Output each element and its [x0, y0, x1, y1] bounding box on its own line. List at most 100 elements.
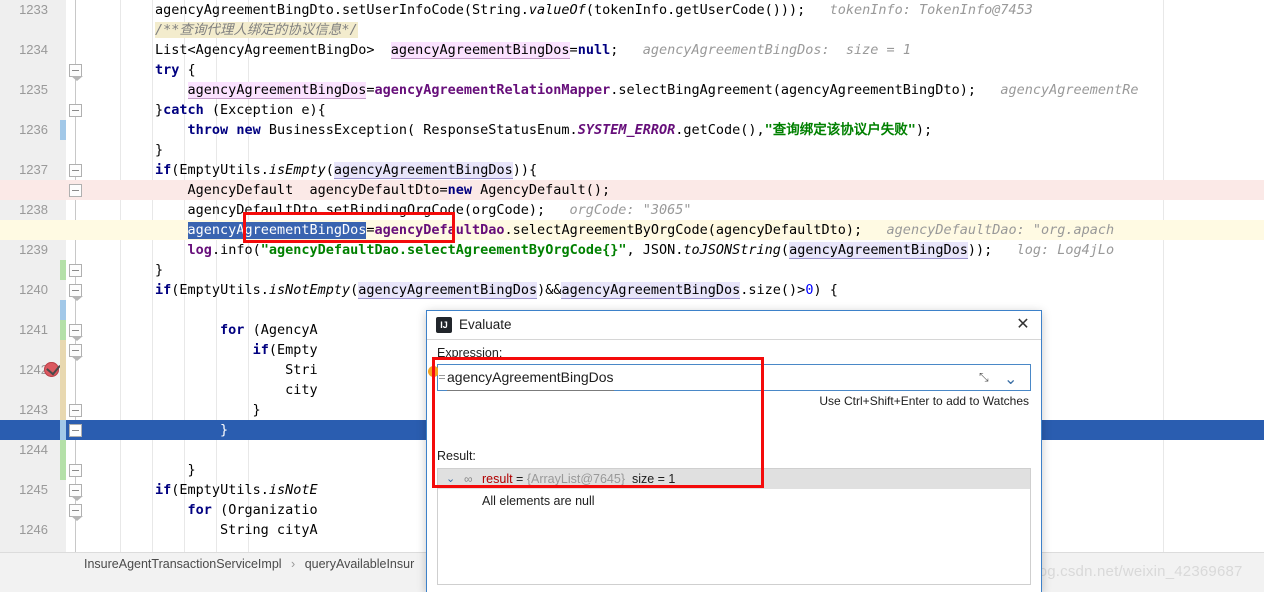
code-token: (EmptyUtils. [171, 282, 269, 298]
vcs-change-bar[interactable] [60, 260, 66, 280]
code-line[interactable]: 1233 agencyAgreementBingDto.setUserInfoC… [0, 0, 1264, 20]
code-token-ident-hl: agencyAgreementBingDos [789, 242, 968, 259]
code-token: } [90, 422, 229, 438]
code-text: throw new BusinessException( ResponseSta… [90, 120, 933, 140]
code-token-ident-hl: agencyAgreementBingDos [333, 162, 513, 179]
code-token: ( [325, 162, 334, 178]
code-line[interactable]: 1240 } [0, 140, 1264, 297]
breadcrumb-item-class[interactable]: InsureAgentTransactionServiceImpl [84, 553, 282, 575]
breadcrumb-item-method[interactable]: queryAvailableInsur [305, 553, 415, 575]
fold-toggle-icon[interactable] [69, 484, 83, 501]
code-token-mth: toJSONString [683, 242, 781, 258]
fold-toggle-icon[interactable] [69, 344, 83, 361]
vcs-change-bar[interactable] [60, 320, 66, 340]
code-token: String cityA [90, 522, 318, 538]
code-text: } [90, 400, 261, 420]
evaluate-dialog[interactable]: IJ Evaluate ✕ Expression: agencyAgreemen… [426, 310, 1042, 592]
fold-toggle-icon[interactable] [69, 284, 83, 301]
object-value-icon: ∞ [464, 472, 473, 486]
code-token-write-hl: agencyAgreementBingDos [390, 42, 570, 59]
vcs-change-bar[interactable] [60, 340, 66, 400]
vcs-change-bar[interactable] [60, 420, 66, 440]
expand-icon[interactable]: ⤡ [979, 370, 994, 385]
vcs-change-bar[interactable] [60, 120, 66, 140]
code-text: } [90, 140, 163, 160]
fold-toggle-icon[interactable] [69, 264, 82, 277]
code-text: if(EmptyUtils.isNotE [90, 480, 318, 500]
code-token: .info( [211, 242, 261, 258]
code-token: (Exception e){ [203, 102, 326, 118]
fold-dash-icon [72, 270, 79, 271]
fold-toggle-icon[interactable] [69, 464, 82, 477]
code-line[interactable]: 1243 agencyDefaultDto.setBindingOrgCode(… [0, 200, 1264, 417]
fold-toggle-icon[interactable] [69, 424, 82, 437]
code-line[interactable]: 1242 AgencyDefault agencyDefaultDto=new … [0, 180, 1264, 377]
code-token-sel-hl: agencyAgreementBingDos [187, 222, 367, 239]
code-line[interactable]: 1234 /**查询代理人绑定的协议信息*/ [0, 20, 1264, 57]
code-token: , JSON. [626, 242, 684, 258]
code-token-kw: null [577, 42, 611, 58]
vcs-change-bar[interactable] [60, 400, 66, 420]
code-text: log.info("agencyDefaultDao.selectAgreeme… [90, 240, 1114, 260]
fold-toggle-icon[interactable] [69, 164, 82, 177]
code-line[interactable]: 1235 List<AgencyAgreementBingDo> agencyA… [0, 40, 1264, 97]
code-token: } [90, 402, 261, 418]
code-text: city [90, 380, 318, 400]
fold-toggle-icon[interactable] [69, 104, 82, 117]
code-token-fld: log [187, 242, 212, 258]
result-name: result [482, 472, 513, 486]
expression-input[interactable]: agencyAgreementBingDos ⤡ ⌄ [428, 364, 1031, 391]
code-token: (EmptyUtils. [171, 482, 269, 498]
code-token-ident-hl: agencyAgreementBingDos [561, 282, 741, 299]
code-line[interactable]: 1244 agencyAgreementBingDos=agencyDefaul… [0, 220, 1264, 457]
code-text: String cityA [90, 520, 318, 540]
code-token: (Organizatio [211, 502, 318, 518]
code-token-ident-hl: agencyAgreementBingDos [358, 282, 538, 299]
fold-dash-icon [72, 190, 79, 191]
chevron-down-icon[interactable]: ⌄ [446, 469, 455, 489]
code-token-kw: for [220, 322, 245, 338]
code-line[interactable]: 1236 try { [0, 60, 1264, 137]
code-token-mth: isEmpty [268, 162, 326, 178]
code-token-kw: for [187, 502, 212, 518]
code-token: ) { [813, 282, 838, 298]
code-text: /**查询代理人绑定的协议信息*/ [90, 20, 358, 40]
expression-value[interactable]: agencyAgreementBingDos [447, 365, 614, 391]
code-line[interactable]: 1245 log.info("agencyDefaultDao.selectAg… [0, 240, 1264, 497]
code-line[interactable]: 1247 if(EmptyUtils.isNotEmpty(agencyAgre… [0, 280, 1264, 300]
code-line[interactable]: 1241 if(EmptyUtils.isEmpty(agencyAgreeme… [0, 160, 1264, 337]
code-line[interactable]: 1246 } [0, 260, 1264, 537]
vcs-change-bar[interactable] [60, 300, 66, 320]
code-token-kw: catch [163, 102, 204, 118]
result-panel[interactable]: ⌄ ∞ result = {ArrayList@7645} size = 1 A… [437, 468, 1031, 585]
fold-toggle-icon[interactable] [69, 324, 83, 341]
fold-toggle-icon[interactable] [69, 504, 83, 521]
fold-dash-icon [72, 170, 79, 171]
code-token-mth: isNotEmpty [268, 282, 351, 298]
chevron-down-icon[interactable]: ⌄ [1004, 369, 1020, 388]
result-row[interactable]: ⌄ ∞ result = {ArrayList@7645} size = 1 [438, 469, 1030, 489]
fold-toggle-icon[interactable] [69, 184, 82, 197]
result-row-text: result = {ArrayList@7645} size = 1 [482, 469, 675, 489]
code-token-stat: SYSTEM_ERROR [577, 122, 676, 138]
vcs-change-bar[interactable] [60, 440, 66, 480]
fold-dash-icon [72, 430, 79, 431]
close-icon[interactable]: ✕ [1013, 315, 1033, 335]
fold-toggle-icon[interactable] [69, 64, 83, 81]
code-text: try { [90, 60, 196, 80]
result-label: Result: [437, 449, 476, 463]
code-token: ); [915, 122, 933, 138]
code-token: agencyAgreementBingDto.setUserInfoCode(S… [90, 2, 529, 18]
code-line[interactable]: 1238 }catch (Exception e){ [0, 100, 1264, 217]
code-line[interactable]: 1237 agencyAgreementBingDos=agencyAgreem… [0, 80, 1264, 177]
fold-toggle-icon[interactable] [69, 404, 82, 417]
code-token-hint: agencyDefaultDao: "org.apach [862, 222, 1115, 238]
code-text: AgencyDefault agencyDefaultDto=new Agenc… [90, 180, 611, 200]
code-line[interactable]: 1239 throw new BusinessException( Respon… [0, 120, 1264, 257]
